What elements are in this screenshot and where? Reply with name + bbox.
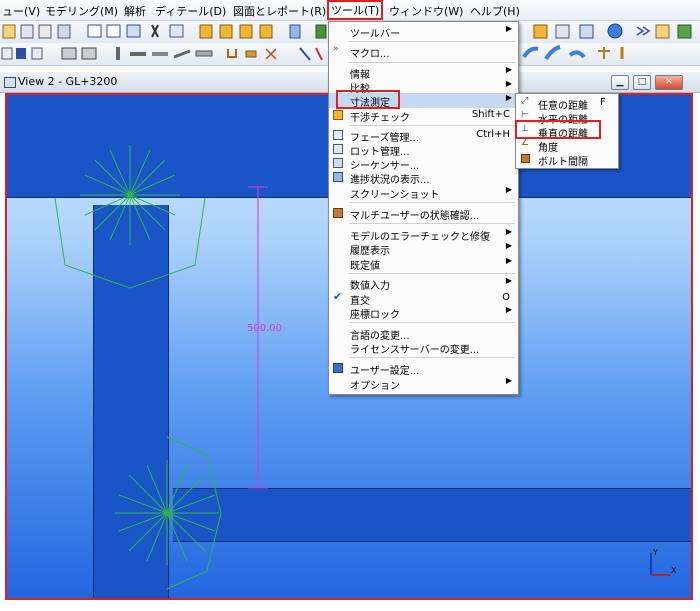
free-distance-icon: ⤢ bbox=[521, 96, 529, 106]
menu-separator bbox=[349, 223, 515, 224]
bolt-spacing-icon bbox=[521, 154, 530, 163]
maximize-button[interactable]: □ bbox=[633, 75, 651, 90]
menu-window[interactable]: ウィンドウ(W) bbox=[389, 3, 463, 19]
submenu-arrow-icon: ▶ bbox=[505, 24, 512, 33]
dimension-line[interactable] bbox=[248, 186, 268, 489]
menu-item-defaults[interactable]: 既定値 ▶ bbox=[329, 256, 518, 272]
bolt-symbol-lower[interactable] bbox=[115, 436, 222, 590]
menu-item-info[interactable]: 情報 ▶ bbox=[329, 65, 518, 81]
dimension-label: 500.00 bbox=[247, 323, 282, 334]
menu-item-multiuser-status[interactable]: マルチユーザーの状態確認... bbox=[329, 206, 518, 222]
clash-check-icon bbox=[333, 110, 343, 120]
menu-item-numeric-input[interactable]: 数値入力 ▶ bbox=[329, 276, 518, 292]
toolbar-icons-right[interactable] bbox=[522, 45, 624, 61]
submenu-arrow-icon: ▶ bbox=[505, 241, 512, 250]
highlight-vertical-distance bbox=[515, 120, 601, 139]
submenu-arrow-icon: ▶ bbox=[505, 276, 512, 285]
menu-item-toolbar[interactable]: ツールバー ▶ bbox=[329, 24, 518, 40]
progress-icon bbox=[333, 172, 343, 182]
menu-view[interactable]: ュー(V) bbox=[2, 3, 40, 19]
axis-indicator: Y X bbox=[650, 548, 677, 576]
menu-separator bbox=[349, 322, 515, 323]
menu-item-screenshot[interactable]: スクリーンショット ▶ bbox=[329, 185, 518, 201]
angle-icon: ∠ bbox=[521, 138, 530, 148]
view-title: View 2 - GL+3200 bbox=[18, 75, 118, 88]
menu-item-license-server[interactable]: ライセンスサーバーの変更... bbox=[329, 340, 518, 356]
multiuser-icon bbox=[333, 208, 343, 218]
menu-item-ortho[interactable]: ✔ 直交 O bbox=[329, 290, 518, 307]
svg-text:Y: Y bbox=[652, 548, 658, 557]
toolbar-icons-right[interactable] bbox=[533, 23, 692, 39]
view-window-icon bbox=[4, 77, 16, 88]
toolbar-icons-left[interactable] bbox=[1, 47, 323, 61]
menu-item-language[interactable]: 言語の変更... bbox=[329, 326, 518, 342]
submenu-arrow-icon: ▶ bbox=[505, 93, 512, 102]
bolt-symbol-upper[interactable] bbox=[54, 145, 206, 289]
menu-help[interactable]: ヘルプ(H) bbox=[470, 3, 520, 19]
user-settings-icon bbox=[333, 363, 343, 373]
submenu-arrow-icon: ▶ bbox=[505, 79, 512, 88]
submenu-arrow-icon: ▶ bbox=[505, 227, 512, 236]
svg-text:X: X bbox=[671, 566, 677, 575]
menu-detail[interactable]: ディテール(D) bbox=[155, 3, 226, 19]
menu-item-phase-manager[interactable]: フェーズ管理... Ctrl+H bbox=[329, 128, 518, 144]
menu-separator bbox=[349, 125, 515, 126]
menu-separator bbox=[349, 202, 515, 203]
menu-item-macro[interactable]: » マクロ... bbox=[329, 44, 518, 60]
sequencer-icon bbox=[333, 158, 343, 168]
menu-bar: ュー(V) モデリング(M) 解析 ディテール(D) 図面とレポート(R) ツー… bbox=[0, 0, 700, 21]
checkmark-icon: ✔ bbox=[333, 290, 343, 303]
submenu-arrow-icon: ▶ bbox=[505, 376, 512, 385]
close-button[interactable]: ✕ bbox=[655, 75, 683, 90]
menu-separator bbox=[349, 273, 515, 274]
menu-drawings-reports[interactable]: 図面とレポート(R) bbox=[233, 3, 326, 19]
menu-item-options[interactable]: オプション ▶ bbox=[329, 376, 518, 392]
minimize-button[interactable]: ▁ bbox=[611, 75, 629, 90]
menu-item-coordinate-lock[interactable]: 座標ロック ▶ bbox=[329, 305, 518, 321]
horizontal-distance-icon: ⊢ bbox=[521, 110, 529, 120]
menu-separator bbox=[349, 62, 515, 63]
toolbar-icons-left[interactable] bbox=[2, 24, 327, 39]
menu-analysis[interactable]: 解析 bbox=[124, 3, 146, 19]
menu-item-error-check[interactable]: モデルのエラーチェックと修復 ▶ bbox=[329, 227, 518, 243]
tools-menu-dropdown: ツールバー ▶ » マクロ... 情報 ▶ 比較 ▶ 寸法測定 ▶ 干渉チェック Shift… bbox=[328, 21, 519, 395]
submenu-arrow-icon: ▶ bbox=[505, 305, 512, 314]
submenu-item-angle[interactable]: ∠ 角度 bbox=[516, 138, 618, 154]
menu-tools[interactable]: ツール(T) bbox=[326, 0, 384, 20]
macro-icon: » bbox=[333, 44, 339, 54]
menu-item-clash-check[interactable]: 干渉チェック Shift+C bbox=[329, 108, 518, 124]
submenu-arrow-icon: ▶ bbox=[505, 256, 512, 265]
menu-item-history[interactable]: 履歴表示 ▶ bbox=[329, 241, 518, 257]
menu-separator bbox=[349, 357, 515, 358]
menu-modeling[interactable]: モデリング(M) bbox=[45, 3, 118, 19]
lot-manager-icon bbox=[333, 144, 343, 154]
menu-item-user-settings[interactable]: ユーザー設定... bbox=[329, 361, 518, 377]
phase-manager-icon bbox=[333, 130, 343, 140]
menu-item-progress[interactable]: 進捗状況の表示... bbox=[329, 170, 518, 186]
submenu-item-free-distance[interactable]: ⤢ 任意の距離 F bbox=[516, 96, 618, 112]
menu-item-sequencer[interactable]: シーケンサー... bbox=[329, 156, 518, 172]
submenu-arrow-icon: ▶ bbox=[505, 185, 512, 194]
menu-item-lot-manager[interactable]: ロット管理... bbox=[329, 142, 518, 158]
submenu-arrow-icon: ▶ bbox=[505, 65, 512, 74]
menu-separator bbox=[349, 41, 515, 42]
submenu-item-bolt-spacing[interactable]: ボルト間隔 bbox=[516, 152, 618, 168]
highlight-measure bbox=[336, 90, 400, 109]
